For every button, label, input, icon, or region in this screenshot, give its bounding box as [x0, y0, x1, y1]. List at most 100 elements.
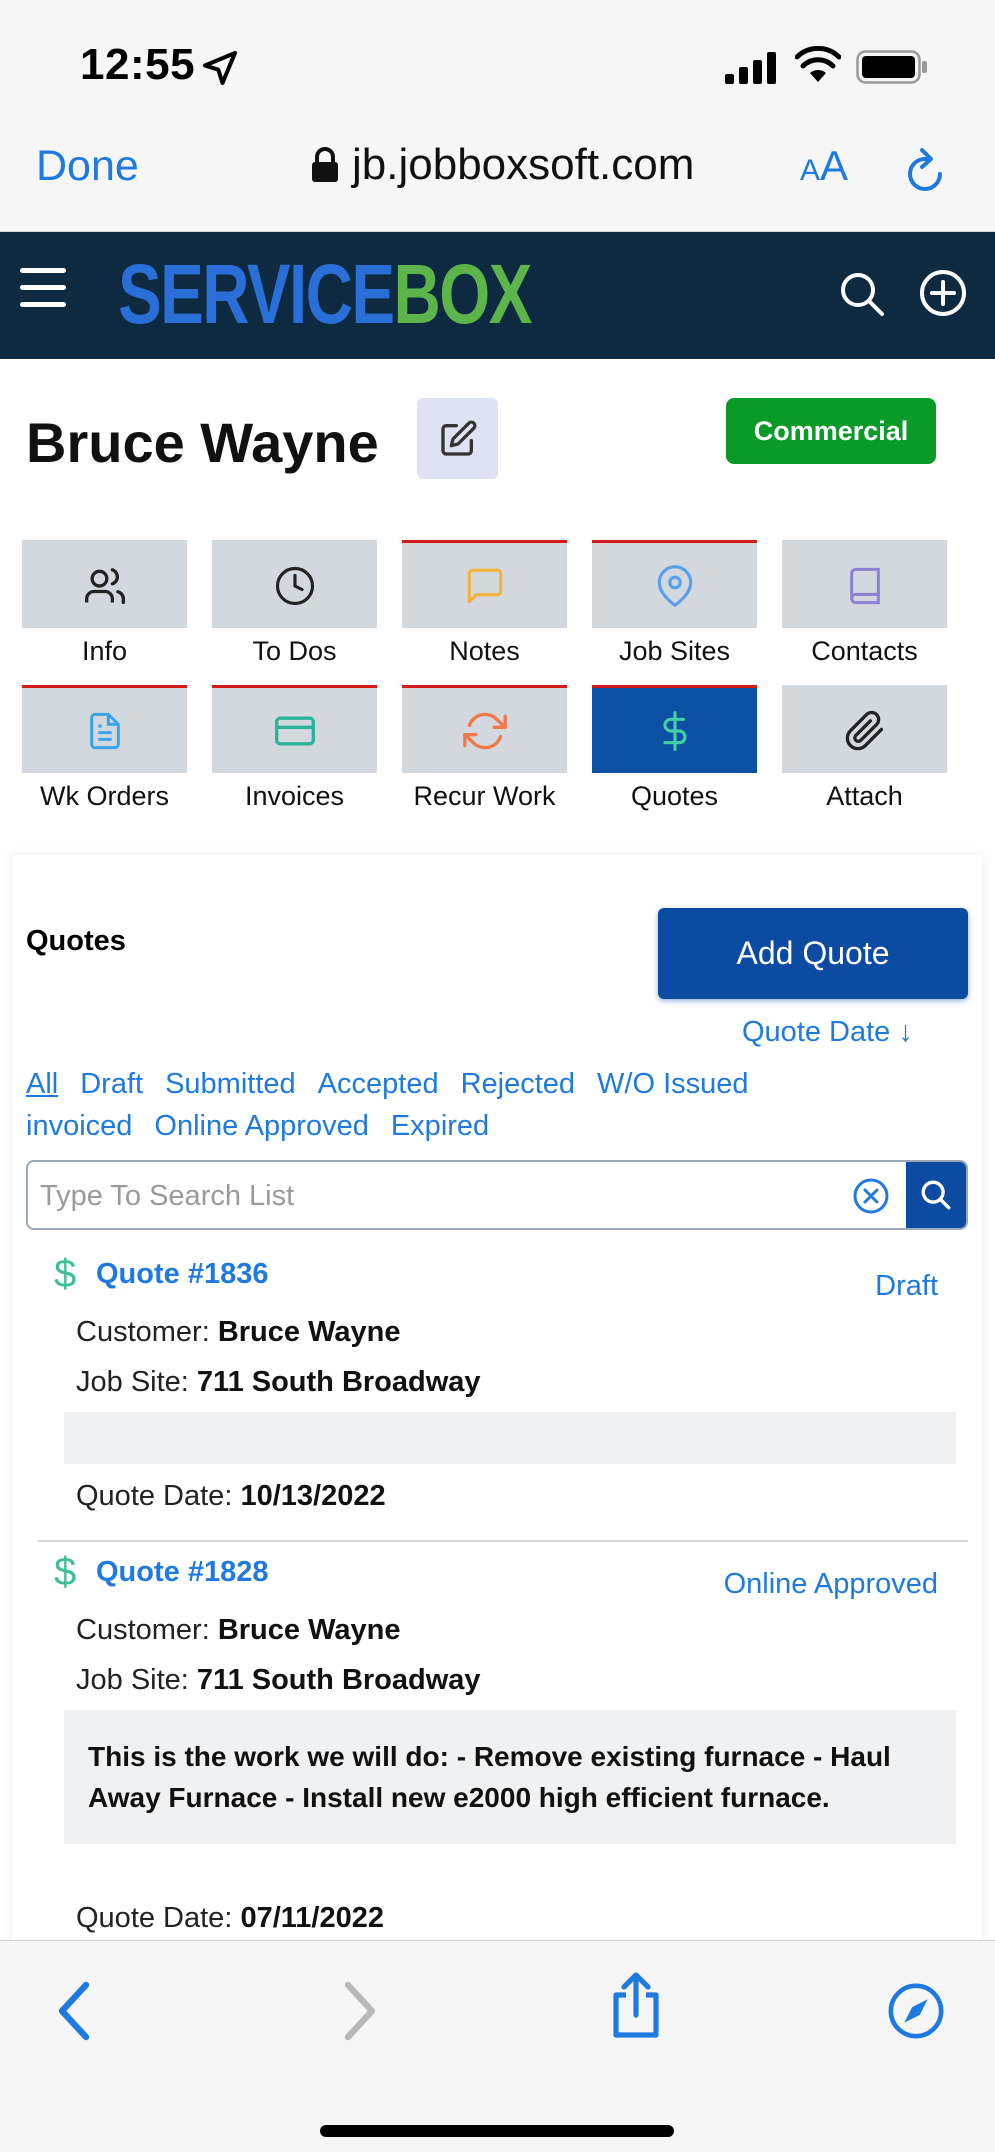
document-icon	[89, 712, 120, 749]
app-header: SERVICEBOX	[0, 232, 995, 359]
tile-attach-box	[782, 685, 947, 773]
quote-number-link[interactable]: Quote #1828	[96, 1556, 268, 1589]
dollar-icon: $	[54, 1550, 77, 1594]
reload-icon[interactable]	[902, 144, 950, 196]
quote-date-value: 07/11/2022	[240, 1902, 384, 1934]
quote-description	[64, 1412, 956, 1464]
back-button[interactable]	[44, 1981, 104, 2041]
tile-todos[interactable]: To Dos	[212, 540, 377, 667]
tile-info-box	[22, 540, 187, 628]
quote-customer-line: Customer: Bruce Wayne	[76, 1316, 401, 1348]
tile-info-label: Info	[81, 636, 128, 666]
tile-contacts-label: Contacts	[811, 636, 918, 666]
clear-search-icon[interactable]	[852, 1177, 890, 1215]
quote-customer-line: Customer: Bruce Wayne	[76, 1614, 401, 1646]
text-size-large-glyph: A	[820, 142, 849, 189]
clock-icon	[275, 566, 314, 605]
tile-invoices-label: Invoices	[244, 781, 345, 811]
sort-label: Quote Date	[742, 1016, 891, 1048]
search-icon[interactable]	[838, 270, 886, 318]
compass-icon	[888, 1983, 944, 2039]
tile-notes[interactable]: Notes	[402, 540, 567, 667]
filter-submitted[interactable]: Submitted	[165, 1068, 296, 1101]
quote-date-line: Quote Date: 10/13/2022	[76, 1480, 386, 1512]
arrow-down-icon: ↓	[890, 1016, 913, 1048]
add-circle-icon[interactable]	[918, 268, 968, 318]
quote-status: Online Approved	[723, 1568, 938, 1600]
quote-item[interactable]: $ Quote #1836 Draft Customer: Bruce Wayn…	[38, 1252, 968, 1542]
page-title: Bruce Wayne	[26, 411, 379, 474]
tile-job-sites-label: Job Sites	[618, 636, 731, 666]
filter-all[interactable]: All	[26, 1068, 58, 1101]
address-bar[interactable]: jb.jobboxsoft.com	[310, 140, 694, 190]
forward-button[interactable]	[330, 1981, 390, 2041]
tile-info[interactable]: Info	[22, 540, 187, 667]
quote-jobsite-value: 711 South Broadway	[196, 1664, 481, 1696]
credit-card-icon	[274, 716, 315, 745]
add-quote-button[interactable]: Add Quote	[658, 908, 968, 999]
tile-recur-work-box	[402, 685, 567, 773]
share-button[interactable]	[606, 1972, 666, 2038]
search-submit-button[interactable]	[906, 1162, 966, 1228]
tile-notes-label: Notes	[449, 636, 520, 666]
browser-bottom-bar	[0, 1940, 995, 2152]
quote-customer-value: Bruce Wayne	[217, 1614, 401, 1646]
quote-status: Draft	[875, 1270, 938, 1302]
dollar-icon: $	[54, 1252, 77, 1296]
filter-draft[interactable]: Draft	[80, 1068, 143, 1101]
tile-todos-label: To Dos	[252, 636, 337, 666]
tile-quotes[interactable]: Quotes	[592, 685, 757, 812]
chevron-right-icon	[344, 1981, 376, 2041]
tile-contacts[interactable]: Contacts	[782, 540, 947, 667]
quote-date-line: Quote Date: 07/11/2022	[76, 1902, 384, 1934]
quote-date-value: 10/13/2022	[240, 1480, 386, 1512]
home-indicator	[320, 2125, 674, 2137]
tile-recur-work[interactable]: Recur Work	[402, 685, 567, 812]
share-icon	[613, 1972, 659, 2038]
menu-icon[interactable]	[20, 268, 66, 308]
tile-attach[interactable]: Attach	[782, 685, 947, 812]
tile-wk-orders-box	[22, 685, 187, 773]
cellular-signal-icon	[725, 52, 776, 84]
quote-number-link[interactable]: Quote #1836	[96, 1258, 268, 1291]
safari-button[interactable]	[886, 1981, 946, 2041]
quote-item[interactable]: $ Quote #1828 Online Approved Customer: …	[38, 1550, 968, 1940]
map-pin-icon	[657, 564, 692, 607]
refresh-icon	[462, 712, 507, 749]
tile-wk-orders[interactable]: Wk Orders	[22, 685, 187, 812]
search-input[interactable]	[40, 1174, 840, 1218]
filter-accepted[interactable]: Accepted	[318, 1068, 439, 1101]
status-time: 12:55	[80, 40, 196, 89]
book-icon	[849, 567, 880, 604]
tile-invoices[interactable]: Invoices	[212, 685, 377, 812]
servicebox-logo[interactable]: SERVICEBOX	[118, 252, 532, 336]
tile-attach-label: Attach	[826, 781, 903, 811]
url-text: jb.jobboxsoft.com	[352, 140, 695, 189]
tile-job-sites[interactable]: Job Sites	[592, 540, 757, 667]
edit-button[interactable]	[417, 398, 498, 479]
quotes-heading: Quotes	[26, 925, 126, 957]
page: 12:55 Done jb.jobboxsoft.com AA SERVICEB…	[0, 0, 995, 2152]
done-button[interactable]: Done	[36, 142, 139, 191]
battery-icon	[856, 50, 927, 84]
filter-rejected[interactable]: Rejected	[461, 1068, 575, 1101]
paperclip-icon	[845, 710, 883, 750]
filter-expired[interactable]: Expired	[391, 1110, 489, 1143]
tile-wk-orders-label: Wk Orders	[39, 781, 169, 811]
quote-customer-value: Bruce Wayne	[217, 1316, 401, 1348]
filter-online-approved[interactable]: Online Approved	[154, 1110, 368, 1143]
filter-wo-issued[interactable]: W/O Issued	[597, 1068, 749, 1101]
chevron-left-icon	[58, 1981, 90, 2041]
tile-quotes-box	[592, 685, 757, 773]
edit-icon	[440, 419, 477, 456]
customer-type-badge[interactable]: Commercial	[726, 398, 936, 464]
filter-invoiced[interactable]: invoiced	[26, 1110, 132, 1143]
tile-contacts-box	[782, 540, 947, 628]
lock-icon	[312, 147, 338, 182]
tile-recur-work-label: Recur Work	[413, 781, 556, 811]
quote-divider	[38, 1540, 968, 1542]
dollar-icon	[662, 710, 687, 751]
text-size-button[interactable]: AA	[800, 142, 848, 190]
sort-quote-date-link[interactable]: Quote Date ↓	[742, 1016, 913, 1049]
browser-top-bar: 12:55 Done jb.jobboxsoft.com AA	[0, 0, 995, 232]
